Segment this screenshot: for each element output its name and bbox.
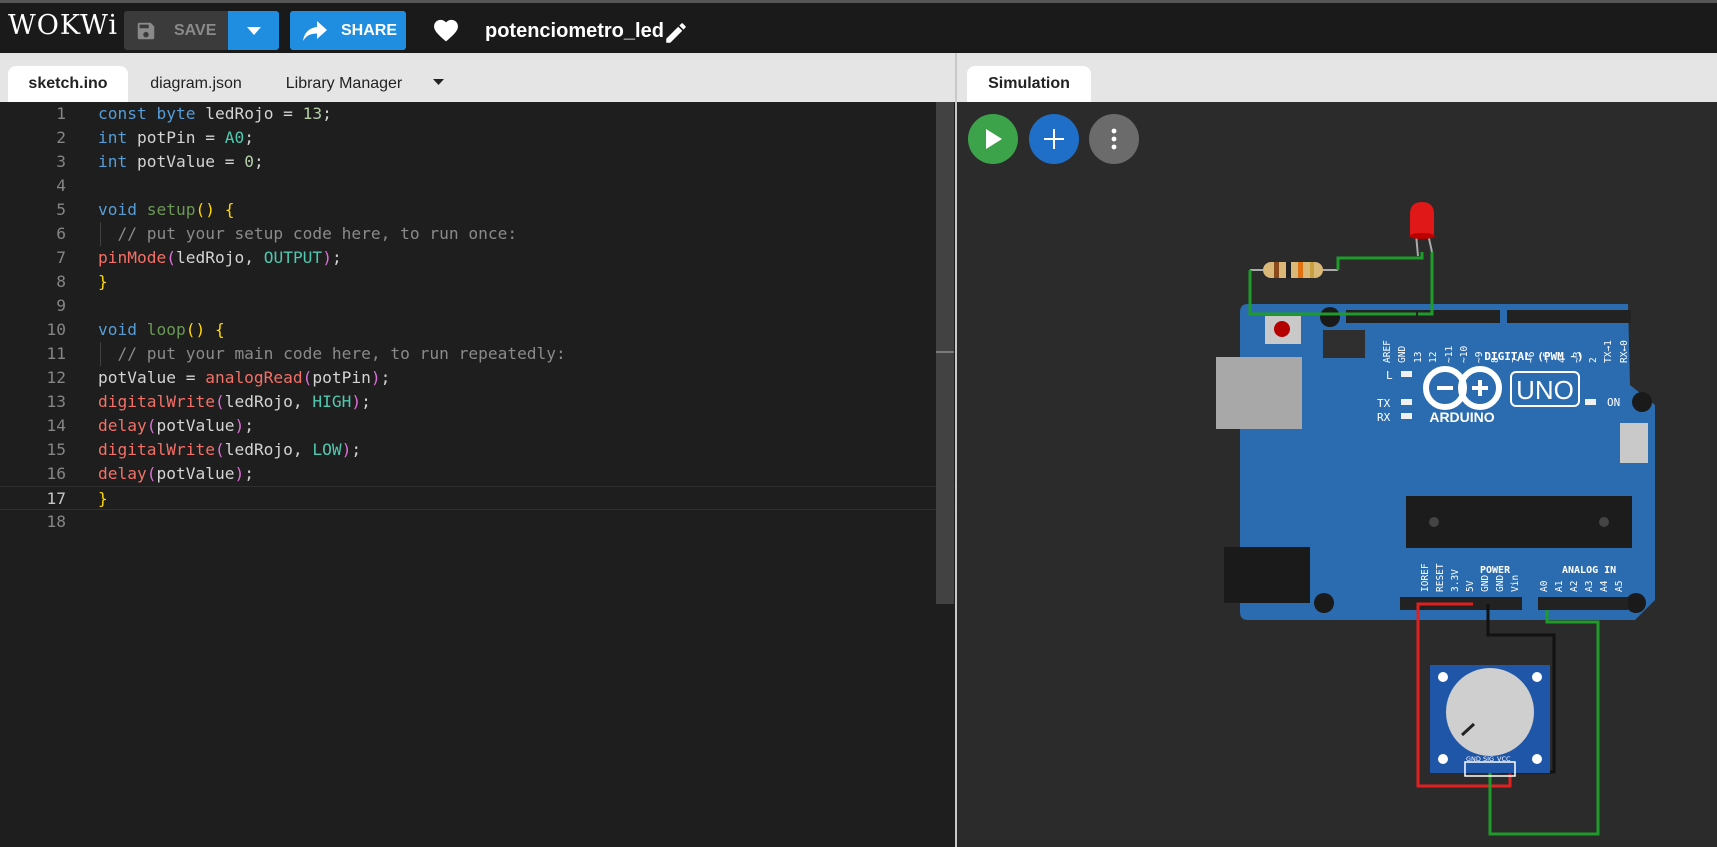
pin-label: 2 <box>1588 357 1599 363</box>
usb-connector <box>1216 357 1302 429</box>
pot-pin-label: SIG <box>1483 755 1494 763</box>
pin-label: Vin <box>1510 575 1521 592</box>
pin-label: A1 <box>1554 580 1565 592</box>
pot-pin-label: VCC <box>1497 755 1511 763</box>
pin-label: ~11 <box>1444 346 1455 363</box>
led-label-tx: TX <box>1377 397 1391 410</box>
pin-label: RX←0 <box>1619 340 1630 363</box>
pin-label: GND <box>1495 575 1506 592</box>
pin-label: AREF <box>1382 340 1393 363</box>
pin-label: 3.3V <box>1450 569 1461 592</box>
pin-label: GND <box>1397 346 1408 363</box>
pin-label: 5V <box>1465 580 1476 592</box>
power-label: POWER <box>1480 565 1511 576</box>
reset-button-cap <box>1274 321 1290 337</box>
pin-label: A4 <box>1599 580 1610 592</box>
pin-label: 8 <box>1490 357 1501 363</box>
arduino-uno-board[interactable]: UNO ARDUINO DIGITAL (PWM ~) L TX RX ON P… <box>1216 304 1655 620</box>
potentiometer-knob[interactable] <box>1446 668 1534 756</box>
pin-label: ~10 <box>1459 346 1470 363</box>
pin-label: A5 <box>1614 581 1625 592</box>
circuit-diagram: UNO ARDUINO DIGITAL (PWM ~) L TX RX ON P… <box>1216 202 1655 836</box>
analog-header <box>1538 597 1628 610</box>
pin-label: TX→1 <box>1603 340 1614 363</box>
potentiometer[interactable]: GND SIG VCC <box>1430 665 1550 777</box>
digital-header-left <box>1346 310 1500 323</box>
digital-header-right <box>1507 310 1631 323</box>
board-model-label: UNO <box>1516 375 1574 405</box>
pin-label: A3 <box>1584 581 1595 592</box>
board-brand-label: ARDUINO <box>1429 409 1494 425</box>
pin-label: A0 <box>1539 580 1550 592</box>
led-label-on: ON <box>1607 396 1620 409</box>
led-label-l: L <box>1386 369 1393 382</box>
wire-resistor-led[interactable] <box>1336 252 1424 270</box>
pin-label: ~3 <box>1572 352 1583 363</box>
pin-label: A2 <box>1569 581 1580 592</box>
pin-label: 4 <box>1557 357 1568 363</box>
pin-label: RESET <box>1435 563 1446 592</box>
led-label-rx: RX <box>1377 411 1391 424</box>
pin-label: ~6 <box>1526 351 1537 363</box>
pin-label: ~9 <box>1474 351 1485 363</box>
power-jack <box>1224 547 1310 603</box>
red-led[interactable] <box>1409 202 1435 257</box>
pin-label: ~5 <box>1542 352 1553 363</box>
atmega-chip <box>1406 496 1632 548</box>
pin-label: 13 <box>1413 352 1424 363</box>
pin-label: GND <box>1480 575 1491 592</box>
analog-in-label: ANALOG IN <box>1562 565 1616 576</box>
pin-label: IOREF <box>1420 563 1431 592</box>
resistor[interactable] <box>1250 262 1338 278</box>
pot-pin-label: GND <box>1466 755 1481 763</box>
pin-label: 12 <box>1428 352 1439 363</box>
pin-label: 7 <box>1511 357 1522 363</box>
